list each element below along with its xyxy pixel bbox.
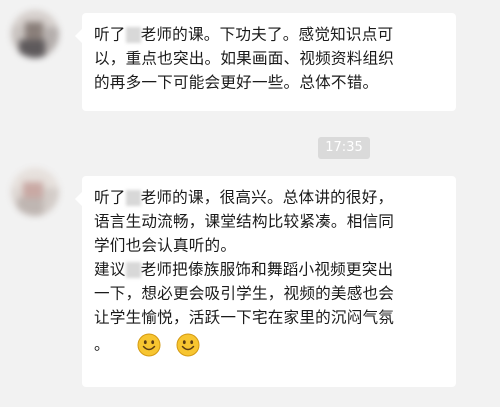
message-line: 以，重点也突出。如果画面、视频资料组织 (94, 49, 395, 68)
smile-emoji-icon (137, 333, 161, 356)
message-line: 。 (94, 329, 446, 359)
message-line: 学们也会认真听的。 (94, 236, 237, 255)
message-line: 一下，想必更会吸引学生，视频的美感也会 (94, 284, 395, 303)
avatar-pixel (25, 22, 43, 42)
avatar[interactable] (11, 10, 59, 58)
timestamp-badge: 17:35 (318, 137, 370, 159)
redacted-name (125, 26, 141, 43)
message-line: 听了 老师的课，很高兴。总体讲的很好， (94, 188, 394, 207)
smile-emoji-icon (176, 333, 200, 356)
avatar-pixel (43, 188, 59, 216)
message-line: 建议 老师把傣族服饰和舞蹈小视频更突出 (94, 260, 394, 279)
avatar-pixel (45, 28, 59, 58)
redacted-name (125, 261, 141, 278)
message-line: 语言生动流畅，课堂结构比较紧凑。相信同 (94, 212, 395, 231)
redacted-name (125, 189, 141, 206)
message-line: 让学生愉悦，活跃一下宅在家里的沉闷气氛 (94, 308, 395, 327)
message-line: 听了 老师的课。下功夫了。感觉知识点可 (94, 25, 394, 44)
message-bubble[interactable]: 听了 老师的课。下功夫了。感觉知识点可 以，重点也突出。如果画面、视频资料组织 的… (75, 13, 456, 111)
message-line: 的再多一下可能会更好一些。总体不错。 (94, 73, 379, 92)
avatar[interactable] (11, 168, 59, 216)
message-bubble[interactable]: 听了 老师的课，很高兴。总体讲的很好， 语言生动流畅，课堂结构比较紧凑。相信同 学… (75, 176, 456, 387)
